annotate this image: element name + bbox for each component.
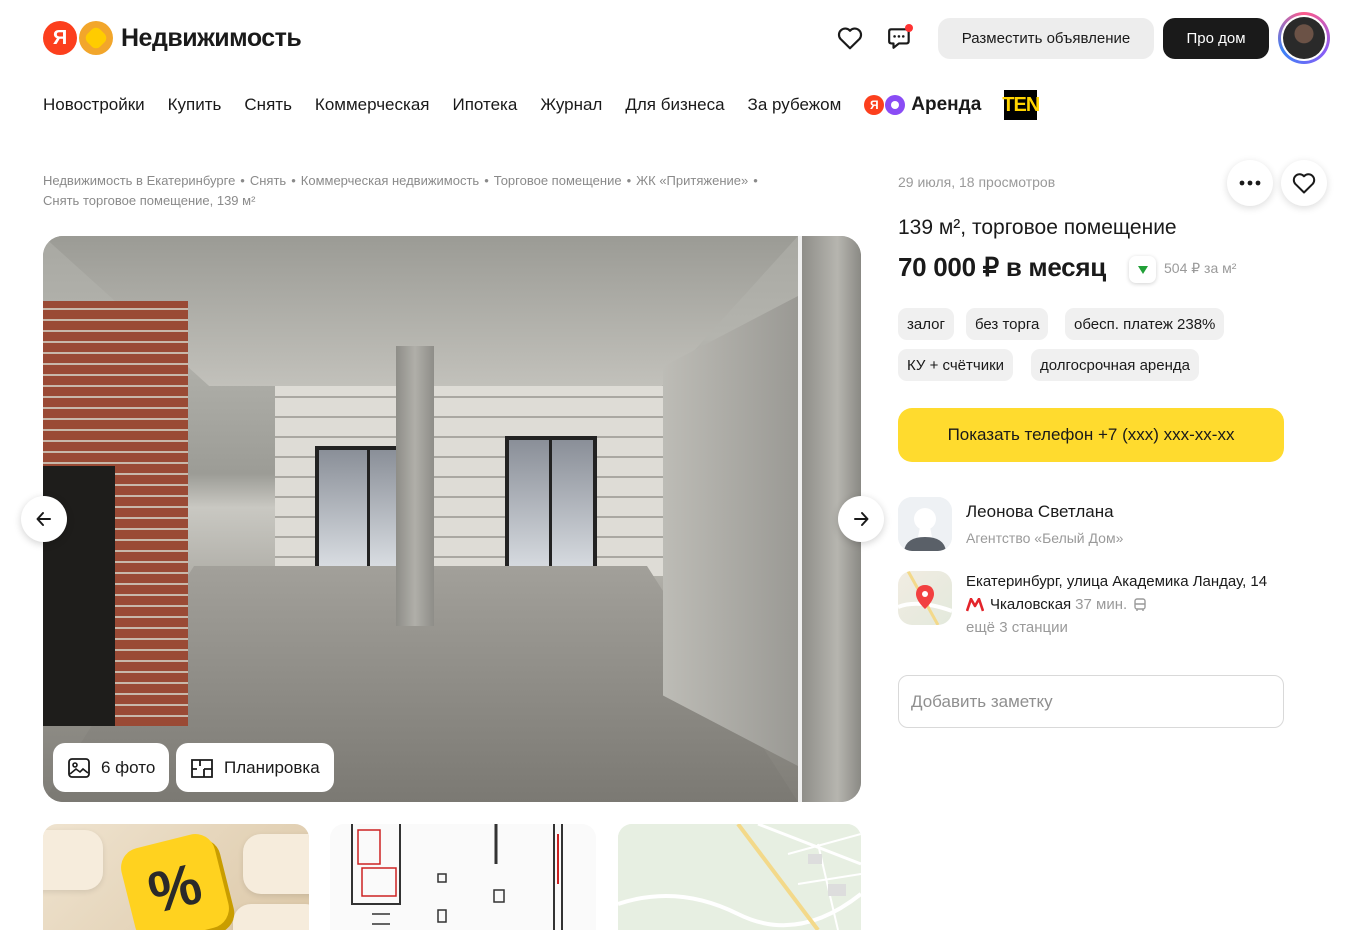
next-photo-button[interactable]: [838, 496, 884, 542]
listing-title: 139 м², торговое помещение: [898, 216, 1177, 239]
note-input[interactable]: [898, 675, 1284, 728]
breadcrumb-item[interactable]: Недвижимость в Екатеринбурге: [43, 173, 235, 188]
metro-station: Чкаловская: [990, 596, 1072, 613]
arenda-label: Аренда: [911, 94, 982, 115]
main-photo[interactable]: [43, 236, 798, 802]
nav-item-buy[interactable]: Купить: [168, 95, 222, 115]
photo-gallery[interactable]: 6 фото Планировка: [43, 236, 861, 802]
show-phone-button[interactable]: Показать телефон +7 (ххх) ххх-хх-хх: [898, 408, 1284, 462]
seller-name[interactable]: Леонова Светлана: [966, 502, 1114, 522]
price-down-icon: [1137, 265, 1148, 274]
listing-meta: 29 июля, 18 просмотров: [898, 174, 1056, 190]
seller-avatar[interactable]: [898, 497, 952, 551]
breadcrumb-item[interactable]: Коммерческая недвижимость: [301, 173, 479, 188]
breadcrumb-item[interactable]: ЖК «Притяжение»: [636, 173, 748, 188]
floor-plan-label: Планировка: [224, 757, 320, 777]
arrow-left-icon: [36, 512, 51, 526]
floor-plan-icon: [191, 758, 213, 778]
heart-icon: [1292, 173, 1316, 194]
avatar[interactable]: [1278, 12, 1330, 64]
seller-agency[interactable]: Агентство «Белый Дом»: [966, 530, 1123, 546]
tag-security-payment: обесп. платеж 238%: [1065, 308, 1225, 340]
chat-icon[interactable]: [886, 24, 914, 52]
metro-info: Чкаловская 37 мин.: [966, 596, 1147, 613]
tag-long-term: долгосрочная аренда: [1031, 349, 1199, 381]
price-down-badge[interactable]: [1129, 256, 1156, 283]
breadcrumb: Недвижимость в Екатеринбурге • Снять • Комме…: [43, 173, 758, 208]
nav-item-journal[interactable]: Журнал: [540, 95, 602, 115]
address: Екатеринбург, улица Академика Ландау, 14: [966, 573, 1268, 590]
notification-dot-icon: [905, 24, 913, 32]
logo[interactable]: Я Недвижимость: [43, 21, 302, 55]
listing-price: 70 000 ₽ в месяц: [898, 252, 1106, 282]
metro-time: 37 мин.: [1075, 596, 1128, 613]
logo-text: Недвижимость: [121, 23, 302, 52]
prev-photo-button[interactable]: [21, 496, 67, 542]
price-per-m2: 504 ₽ за м²: [1164, 260, 1237, 276]
breadcrumb-item[interactable]: Снять торговое помещение, 139 м²: [43, 193, 255, 208]
place-ad-button[interactable]: Разместить объявление: [938, 18, 1154, 59]
more-options-button[interactable]: [1227, 160, 1273, 206]
yandex-logo-icon: Я: [864, 95, 885, 115]
nav-item-arenda[interactable]: Я Аренда: [864, 94, 981, 116]
pro-dom-button[interactable]: Про дом: [1163, 18, 1269, 59]
tag-utilities: КУ + счётчики: [898, 349, 1014, 381]
breadcrumb-item[interactable]: Снять: [250, 173, 286, 188]
heart-icon[interactable]: [836, 24, 864, 52]
location-map-icon[interactable]: [898, 571, 952, 625]
more-dots-icon: [1239, 180, 1261, 186]
person-icon: [898, 497, 952, 551]
arrow-right-icon: [854, 512, 869, 526]
more-stations-link[interactable]: ещё 3 станции: [966, 619, 1068, 636]
photos-count-label: 6 фото: [101, 757, 156, 777]
nav-item-business[interactable]: Для бизнеса: [625, 95, 724, 115]
favorite-button[interactable]: [1281, 160, 1327, 206]
metro-icon: [966, 597, 984, 611]
header: Я Недвижимость Разместить объявление Про…: [0, 0, 1360, 76]
realty-logo-icon: [79, 21, 113, 55]
map-thumbnail[interactable]: [618, 824, 861, 930]
breadcrumb-item[interactable]: Торговое помещение: [494, 173, 622, 188]
ten-logo[interactable]: TEN: [1002, 90, 1040, 120]
nav-item-abroad[interactable]: За рубежом: [748, 95, 842, 115]
promo-banner[interactable]: %: [43, 824, 309, 930]
image-icon: [68, 757, 90, 778]
percent-icon: %: [116, 829, 234, 930]
nav-item-rent[interactable]: Снять: [244, 95, 292, 115]
bus-icon: [1134, 597, 1146, 611]
tag-no-bargain: без торга: [966, 308, 1049, 340]
arenda-logo-icon: [885, 95, 906, 115]
yandex-logo-icon: Я: [43, 21, 77, 55]
floor-plan-button[interactable]: Планировка: [176, 743, 334, 792]
nav-item-new-buildings[interactable]: Новостройки: [43, 95, 145, 115]
tag-deposit: залог: [898, 308, 954, 340]
nav-item-commercial[interactable]: Коммерческая: [315, 95, 430, 115]
photos-count-button[interactable]: 6 фото: [53, 743, 170, 792]
floor-plan-thumbnail[interactable]: [330, 824, 596, 930]
nav-item-mortgage[interactable]: Ипотека: [452, 95, 517, 115]
main-nav: Новостройки Купить Снять Коммерческая Ип…: [43, 90, 1040, 120]
